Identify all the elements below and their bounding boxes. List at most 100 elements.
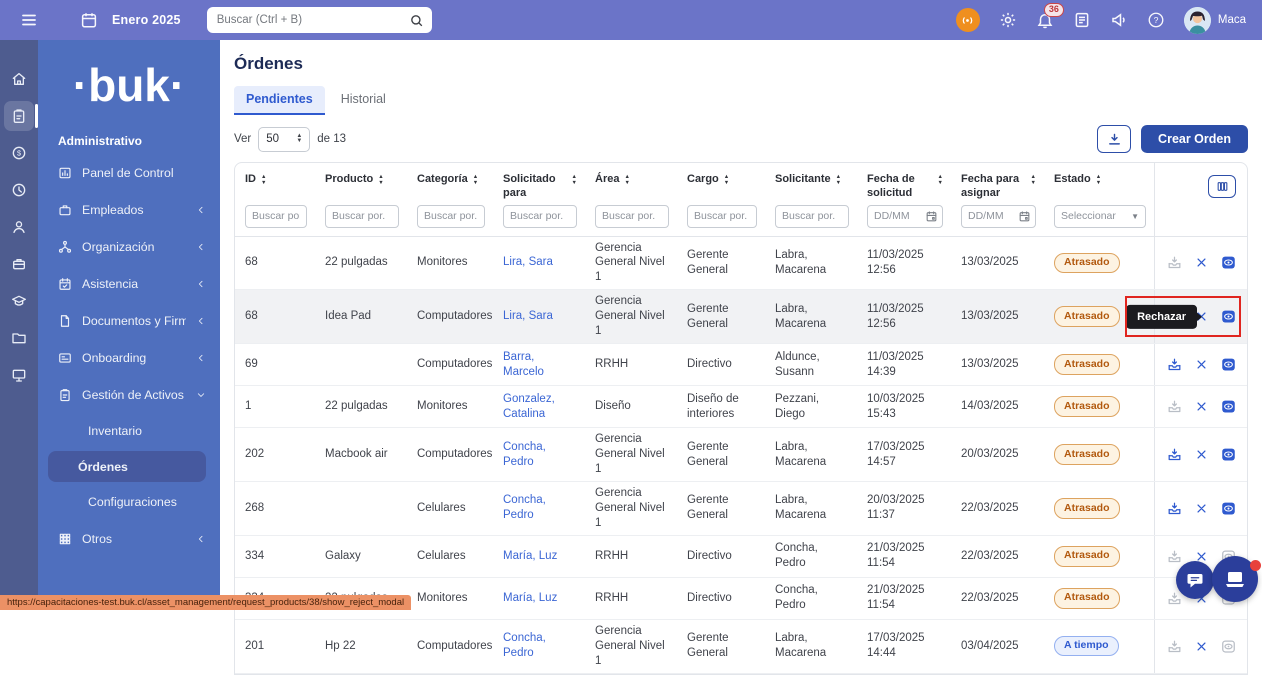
employee-link[interactable]: María, Luz xyxy=(503,591,557,606)
export-download-button[interactable] xyxy=(1097,125,1131,153)
rail-time-clock-icon[interactable] xyxy=(4,175,34,205)
sort-icon[interactable]: ▲▼ xyxy=(836,173,841,187)
sidebar-item-3[interactable]: Asistencia xyxy=(38,265,220,302)
calendar-icon[interactable] xyxy=(80,11,98,29)
status-filter-select[interactable]: Seleccionar▼ xyxy=(1054,205,1146,228)
filter-input[interactable] xyxy=(245,205,307,228)
assign-order-button[interactable] xyxy=(1167,549,1182,564)
megaphone-icon[interactable] xyxy=(1110,11,1128,29)
notification-count-badge: 36 xyxy=(1044,3,1064,17)
sort-icon[interactable]: ▲▼ xyxy=(473,173,478,187)
clipboard-icon xyxy=(58,388,72,402)
sort-icon[interactable]: ▲▼ xyxy=(1096,173,1101,187)
table-row: 68Idea PadComputadoresLira, SaraGerencia… xyxy=(235,290,1247,344)
sidebar-item-0[interactable]: Panel de Control xyxy=(38,154,220,191)
sidebar-subitem[interactable]: Inventario xyxy=(48,413,206,449)
notifications-bell-icon[interactable]: 36 xyxy=(1036,11,1054,29)
reject-order-button[interactable] xyxy=(1194,639,1209,654)
sort-icon[interactable]: ▲▼ xyxy=(261,173,266,187)
assign-order-button[interactable] xyxy=(1167,639,1182,654)
search-icon[interactable] xyxy=(409,13,424,28)
user-menu[interactable]: Maca xyxy=(1184,7,1246,34)
assign-order-button[interactable] xyxy=(1167,501,1182,516)
table-row: 202Macbook airComputadoresConcha, PedroG… xyxy=(235,428,1247,482)
reject-order-button[interactable] xyxy=(1194,255,1209,270)
view-order-button[interactable] xyxy=(1221,309,1236,324)
rail-training-cap-icon[interactable] xyxy=(4,286,34,316)
sort-icon[interactable]: ▲▼ xyxy=(624,173,629,187)
tab-pendientes[interactable]: Pendientes xyxy=(234,86,325,115)
view-order-button[interactable] xyxy=(1221,399,1236,414)
column-settings-button[interactable] xyxy=(1208,175,1236,198)
sidebar-item-7[interactable]: Otros xyxy=(38,520,220,557)
rail-remunerations-money-icon[interactable]: $ xyxy=(4,138,34,168)
total-count-label: de 13 xyxy=(317,133,346,145)
sort-icon[interactable]: ▲▼ xyxy=(724,173,729,187)
reject-order-button[interactable] xyxy=(1194,501,1209,516)
sidebar-item-5[interactable]: Onboarding xyxy=(38,339,220,376)
employee-link[interactable]: María, Luz xyxy=(503,549,557,564)
rail-orders-clipboard-icon[interactable] xyxy=(4,101,34,131)
employee-link[interactable]: Concha, Pedro xyxy=(503,440,577,470)
rail-talent-person-icon[interactable] xyxy=(4,212,34,242)
cell-solicitado-para: María, Luz xyxy=(493,536,585,577)
cell-categoria: Computadores xyxy=(407,290,493,343)
filter-input[interactable] xyxy=(775,205,849,228)
employee-link[interactable]: Barra, Marcelo xyxy=(503,350,577,380)
broadcast-icon[interactable] xyxy=(956,8,980,32)
sort-icon[interactable]: ▲▼ xyxy=(378,173,383,187)
employee-link[interactable]: Lira, Sara xyxy=(503,309,553,324)
rail-home-icon[interactable] xyxy=(4,64,34,94)
reject-tooltip: Rechazar xyxy=(1126,305,1197,329)
column-header: Fecha de solicitud▲▼ xyxy=(857,163,951,203)
sidebar-item-6[interactable]: Gestión de Activos xyxy=(38,376,220,413)
help-icon[interactable]: ? xyxy=(1147,11,1165,29)
filter-input[interactable] xyxy=(687,205,757,228)
view-order-button[interactable] xyxy=(1221,447,1236,462)
employee-link[interactable]: Gonzalez, Catalina xyxy=(503,392,577,422)
sidebar-item-1[interactable]: Empleados xyxy=(38,191,220,228)
sidebar-subitem[interactable]: Configuraciones xyxy=(48,484,206,520)
view-order-button[interactable] xyxy=(1221,255,1236,270)
rail-benefits-box-icon[interactable] xyxy=(4,249,34,279)
sidebar-item-4[interactable]: Documentos y Firma xyxy=(38,302,220,339)
chat-widget-button[interactable] xyxy=(1176,561,1214,599)
employee-link[interactable]: Lira, Sara xyxy=(503,255,553,270)
page-size-select[interactable]: 50 ▲▼ xyxy=(258,127,310,152)
hamburger-menu-icon[interactable] xyxy=(20,11,38,29)
sidebar-subitem[interactable]: Órdenes xyxy=(48,451,206,482)
cell-categoria: Computadores xyxy=(407,344,493,385)
tab-historial[interactable]: Historial xyxy=(329,86,398,115)
filter-input[interactable] xyxy=(417,205,485,228)
notes-document-icon[interactable] xyxy=(1073,11,1091,29)
sort-icon[interactable]: ▲▼ xyxy=(1031,173,1036,201)
rail-documents-folder-icon[interactable] xyxy=(4,323,34,353)
view-order-button[interactable] xyxy=(1221,501,1236,516)
rail-workplace-desk-icon[interactable] xyxy=(4,360,34,390)
filter-input[interactable] xyxy=(595,205,669,228)
period-label[interactable]: Enero 2025 xyxy=(112,13,181,27)
sort-icon[interactable]: ▲▼ xyxy=(572,173,577,201)
sidebar-item-2[interactable]: Organización xyxy=(38,228,220,265)
chevron-left-icon xyxy=(196,353,206,363)
filter-input[interactable] xyxy=(325,205,399,228)
reject-order-button[interactable] xyxy=(1194,357,1209,372)
cell-solicitado-para: Lira, Sara xyxy=(493,290,585,343)
settings-gear-icon[interactable] xyxy=(999,11,1017,29)
employee-link[interactable]: Concha, Pedro xyxy=(503,493,577,523)
filter-input[interactable] xyxy=(503,205,577,228)
view-order-button[interactable] xyxy=(1221,357,1236,372)
assign-order-button[interactable] xyxy=(1167,447,1182,462)
reject-order-button[interactable] xyxy=(1194,399,1209,414)
status-badge: Atrasado xyxy=(1054,396,1120,417)
assign-order-button[interactable] xyxy=(1167,399,1182,414)
reject-order-button[interactable] xyxy=(1194,447,1209,462)
search-input[interactable] xyxy=(217,14,409,26)
view-order-button[interactable] xyxy=(1221,639,1236,654)
sort-icon[interactable]: ▲▼ xyxy=(938,173,943,201)
employee-link[interactable]: Concha, Pedro xyxy=(503,631,577,661)
assign-order-button[interactable] xyxy=(1167,255,1182,270)
assign-order-button[interactable] xyxy=(1167,357,1182,372)
assign-order-button[interactable] xyxy=(1167,591,1182,606)
create-order-button[interactable]: Crear Orden xyxy=(1141,125,1248,153)
